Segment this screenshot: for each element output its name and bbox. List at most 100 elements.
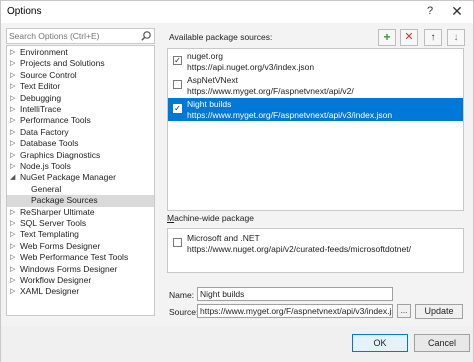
arrow-up-icon: ↑	[430, 32, 436, 43]
source-name: AspNetVNext	[187, 75, 239, 85]
search-icon[interactable]	[140, 30, 152, 42]
tree-item-label: Web Performance Test Tools	[20, 252, 129, 263]
tree-item-resharper-ultimate[interactable]: ▷ ReSharper Ultimate	[7, 207, 154, 218]
source-checkbox[interactable]: ✓	[173, 56, 182, 65]
sources-heading: Available package sources:	[169, 32, 273, 42]
update-button[interactable]: Update	[415, 304, 463, 319]
tree-item-label: Package Sources	[31, 195, 98, 206]
tree-item-label: SQL Server Tools	[20, 218, 87, 228]
source-field[interactable]: https://www.myget.org/F/aspnetvnext/api/…	[197, 304, 393, 318]
source-item-aspnetvnext[interactable]: AspNetVNext https://www.myget.org/F/aspn…	[168, 74, 463, 97]
tree-item-nodejs-tools[interactable]: ▷ Node.js Tools	[7, 161, 154, 172]
tree-item-web-forms-designer[interactable]: ▷ Web Forms Designer	[7, 241, 154, 252]
plus-icon: +	[383, 30, 391, 44]
tree-item-label: Database Tools	[20, 138, 79, 149]
source-url: https://www.nuget.org/api/v2/curated-fee…	[187, 244, 411, 254]
tree-item-windows-forms-designer[interactable]: ▷ Windows Forms Designer	[7, 264, 154, 275]
window-title: Options	[7, 6, 42, 17]
expand-arrow-icon[interactable]: ▷	[10, 81, 18, 92]
tree-item-source-control[interactable]: ▷ Source Control	[7, 70, 154, 81]
source-item-microsoft-dotnet[interactable]: Microsoft and .NET https://www.nuget.org…	[168, 232, 463, 255]
browse-button[interactable]: ...	[397, 304, 411, 318]
help-button[interactable]: ?	[423, 4, 437, 18]
tree-item-label: Windows Forms Designer	[20, 263, 118, 274]
expand-arrow-icon[interactable]: ▷	[10, 229, 18, 240]
tree-item-environment[interactable]: ▷ Environment	[7, 47, 154, 58]
machine-wide-heading: Machine-wide package	[167, 213, 254, 223]
tree-item-graphics-diagnostics[interactable]: ▷ Graphics Diagnostics	[7, 150, 154, 161]
source-label: Source:	[169, 307, 199, 317]
move-up-button[interactable]: ↑	[424, 29, 442, 46]
source-url: https://www.myget.org/F/aspnetvnext/api/…	[187, 110, 393, 120]
tree-item-intellitrace[interactable]: ▷ IntelliTrace	[7, 104, 154, 115]
search-box[interactable]	[6, 28, 155, 44]
options-dialog: Options ? ✕ ▷Environment ▷Projects and S…	[0, 0, 474, 362]
tree-item-workflow-designer[interactable]: ▷ Workflow Designer	[7, 275, 154, 286]
search-input[interactable]	[9, 30, 137, 42]
expand-arrow-icon[interactable]: ▷	[10, 104, 18, 115]
expand-arrow-icon[interactable]: ▷	[10, 218, 18, 229]
tree-item-text-editor[interactable]: ▷ Text Editor	[7, 81, 154, 92]
tree-item-label: Performance Tools	[20, 115, 91, 126]
source-item-nuget-org[interactable]: ✓ nuget.org https://api.nuget.org/v3/ind…	[168, 50, 463, 73]
expand-arrow-icon[interactable]: ▷	[10, 286, 18, 297]
package-sources-list[interactable]: ✓ nuget.org https://api.nuget.org/v3/ind…	[167, 48, 464, 211]
tree-item-projects-and-solutions[interactable]: ▷ Projects and Solutions	[7, 58, 154, 69]
collapse-arrow-icon[interactable]: ◢	[10, 172, 18, 183]
source-checkbox[interactable]	[173, 238, 182, 247]
expand-arrow-icon[interactable]: ▷	[10, 252, 18, 263]
tree-item-label: XAML Designer	[20, 286, 80, 297]
source-url: https://www.myget.org/F/aspnetvnext/api/…	[187, 86, 354, 96]
source-item-night-builds[interactable]: ✓ Night builds https://www.myget.org/F/a…	[168, 98, 463, 121]
tree-item-text-templating[interactable]: ▷ Text Templating	[7, 229, 154, 240]
cancel-button[interactable]: Cancel	[414, 334, 470, 352]
arrow-down-icon: ↓	[453, 32, 459, 43]
tree-item-label: Source Control	[20, 69, 77, 80]
source-checkbox[interactable]: ✓	[173, 104, 182, 113]
tree-item-database-tools[interactable]: ▷ Database Tools	[7, 138, 154, 149]
machine-wide-list[interactable]: Microsoft and .NET https://www.nuget.org…	[167, 228, 464, 273]
tree-item-label: Web Forms Designer	[20, 240, 101, 251]
tree-item-sql-server-tools[interactable]: ▷ SQL Server Tools	[7, 218, 154, 229]
source-url: https://api.nuget.org/v3/index.json	[187, 62, 315, 72]
source-checkbox[interactable]	[173, 80, 182, 89]
tree-item-data-factory[interactable]: ▷ Data Factory	[7, 127, 154, 138]
expand-arrow-icon[interactable]: ▷	[10, 161, 18, 172]
tree-item-general[interactable]: General	[7, 184, 154, 195]
options-tree[interactable]: ▷ Environment ▷ Projects and Solutions ▷ So…	[6, 45, 155, 316]
tree-item-performance-tools[interactable]: ▷ Performance Tools	[7, 115, 154, 126]
name-field[interactable]: Night builds	[197, 287, 393, 301]
tree-item-debugging[interactable]: ▷ Debugging	[7, 93, 154, 104]
source-name: Night builds	[187, 99, 232, 109]
tree-item-label: Data Factory	[20, 126, 69, 137]
remove-icon: ✕	[404, 31, 414, 43]
expand-arrow-icon[interactable]: ▷	[10, 241, 18, 252]
expand-arrow-icon[interactable]: ▷	[10, 264, 18, 275]
expand-arrow-icon[interactable]: ▷	[10, 93, 18, 104]
tree-item-label: General	[31, 183, 62, 194]
ok-button[interactable]: OK	[352, 334, 408, 352]
expand-arrow-icon[interactable]: ▷	[10, 275, 18, 286]
add-source-button[interactable]: +	[378, 29, 396, 46]
tree-item-package-sources[interactable]: Package Sources	[7, 195, 154, 207]
expand-arrow-icon[interactable]: ▷	[10, 70, 18, 81]
tree-item-label: Workflow Designer	[20, 275, 92, 285]
move-down-button[interactable]: ↓	[447, 29, 465, 46]
tree-item-nuget-package-manager[interactable]: ◢ NuGet Package Manager	[7, 172, 154, 183]
expand-arrow-icon[interactable]: ▷	[10, 127, 18, 138]
tree-item-xaml-designer[interactable]: ▷ XAML Designer	[7, 286, 154, 297]
expand-arrow-icon[interactable]: ▷	[10, 58, 18, 69]
close-button[interactable]: ✕	[447, 2, 467, 20]
tree-item-label: Text Templating	[20, 229, 79, 240]
title-bar: Options ? ✕	[1, 1, 473, 23]
source-name: Microsoft and .NET	[187, 233, 260, 243]
expand-arrow-icon[interactable]: ▷	[10, 115, 18, 126]
machine-wide-heading-text: achine-wide package	[174, 213, 254, 223]
expand-arrow-icon[interactable]: ▷	[10, 150, 18, 161]
expand-arrow-icon[interactable]: ▷	[10, 207, 18, 218]
remove-source-button[interactable]: ✕	[400, 29, 418, 46]
expand-arrow-icon[interactable]: ▷	[10, 138, 18, 149]
tree-item-label: Debugging	[20, 92, 62, 103]
tree-item-web-performance-test-tools[interactable]: ▷ Web Performance Test Tools	[7, 252, 154, 263]
expand-arrow-icon[interactable]: ▷	[10, 47, 18, 58]
